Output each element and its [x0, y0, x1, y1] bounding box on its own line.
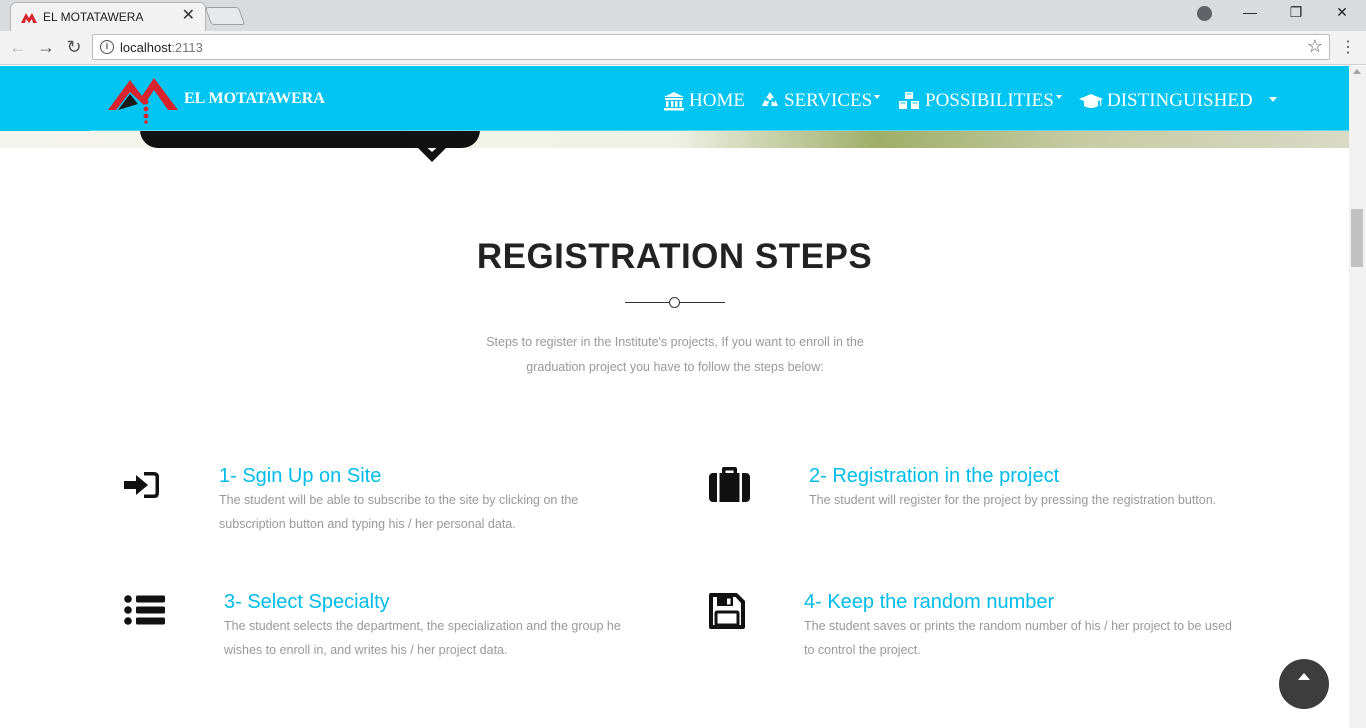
url-text[interactable]: localhost:2113 [120, 40, 203, 55]
bookmark-star-icon[interactable]: ☆ [1307, 36, 1323, 57]
nav-item-distinguished[interactable]: DISTINGUISHED [1079, 90, 1253, 112]
step-4-text: The student saves or prints the random n… [804, 619, 1233, 657]
minimize-button[interactable]: — [1227, 4, 1273, 20]
browser-toolbar: ← → ↻ i localhost:2113 ☆ ⋮ [0, 31, 1366, 65]
chevron-down-icon [874, 95, 881, 99]
url-port: :2113 [171, 40, 203, 55]
address-bar[interactable]: i localhost:2113 ☆ [92, 34, 1330, 60]
step-2-title: 2- Registration in the project [809, 465, 1060, 487]
nav-services-label: SERVICES [784, 90, 873, 111]
save-icon [709, 593, 745, 629]
reload-button[interactable]: ↻ [64, 37, 84, 58]
section-subtitle: Steps to register in the Institute's pro… [486, 335, 864, 374]
step-1-text: The student will be able to subscribe to… [219, 493, 579, 531]
step-3-title: 3- Select Specialty [224, 591, 390, 613]
close-window-button[interactable]: ✕ [1319, 4, 1365, 21]
back-to-top-button[interactable] [1279, 659, 1329, 709]
sign-in-icon [124, 472, 159, 498]
nav-home-label: HOME [689, 90, 745, 111]
browser-menu-icon[interactable]: ⋮ [1340, 37, 1356, 57]
nav-item-services[interactable]: SERVICES [760, 90, 881, 112]
scroll-up-arrow-icon[interactable] [1353, 69, 1361, 74]
restore-button[interactable]: ❐ [1273, 4, 1319, 21]
cubes-icon [899, 92, 919, 109]
step-3-text: The student selects the department, the … [224, 619, 621, 657]
url-host: localhost [120, 40, 172, 55]
nav-item-home[interactable]: HOME [663, 90, 745, 112]
info-icon[interactable]: i [100, 40, 114, 54]
site-logo[interactable] [108, 72, 188, 124]
navbar-bottom-line [90, 130, 1349, 131]
arrow-up-icon [1298, 673, 1310, 680]
tab-title: EL MOTATAWERA [43, 10, 144, 24]
more-dropdown-caret-icon[interactable] [1269, 97, 1277, 102]
new-tab-button[interactable] [204, 7, 246, 25]
title-divider [625, 297, 725, 309]
recycle-icon [762, 92, 778, 106]
scrollbar-thumb[interactable] [1351, 209, 1363, 267]
tab-close-icon[interactable]: ✕ [182, 7, 195, 25]
browser-tab-strip: EL MOTATAWERA ✕ — ❐ ✕ [0, 0, 1366, 31]
graduation-cap-icon [1079, 94, 1103, 108]
browser-tab[interactable]: EL MOTATAWERA ✕ [10, 2, 206, 31]
briefcase-icon [709, 467, 750, 502]
step-4-title: 4- Keep the random number [804, 591, 1055, 613]
nav-item-possibilities[interactable]: POSSIBILITIES [897, 90, 1062, 112]
brand-name[interactable]: EL MOTATAWERA [184, 90, 325, 108]
chevron-down-icon [1055, 95, 1062, 99]
site-favicon-icon [21, 13, 37, 23]
nav-possibilities-label: POSSIBILITIES [925, 90, 1054, 111]
page-scrollbar[interactable] [1349, 66, 1366, 728]
list-icon [124, 595, 165, 625]
section-title: REGISTRATION STEPS [476, 237, 873, 276]
back-button[interactable]: ← [8, 37, 28, 58]
nav-distinguished-label: DISTINGUISHED [1107, 90, 1253, 111]
forward-button[interactable]: → [36, 37, 56, 58]
step-1-title: 1- Sgin Up on Site [219, 465, 382, 487]
profile-icon[interactable] [1197, 6, 1212, 21]
bank-icon [664, 92, 684, 111]
step-2-text: The student will register for the projec… [809, 493, 1217, 507]
